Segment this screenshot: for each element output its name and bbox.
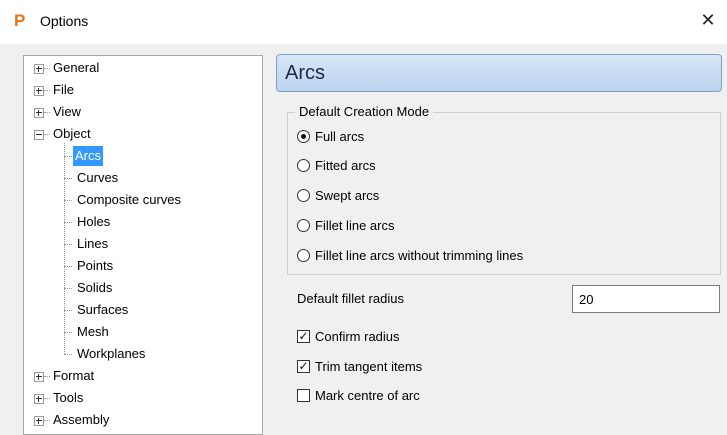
- tree-connector: [64, 332, 72, 333]
- checkbox-label: Mark centre of arc: [315, 388, 420, 403]
- checkbox-checked-icon[interactable]: ✓: [297, 360, 310, 373]
- tree-connector: [44, 376, 50, 377]
- tree-item-label: File: [53, 82, 74, 97]
- tree-connector: [44, 68, 50, 69]
- tree-item-label: Lines: [77, 236, 109, 251]
- tree-item-label: Holes: [77, 214, 111, 229]
- radio-button[interactable]: [297, 130, 310, 143]
- checkbox-unchecked-icon[interactable]: [297, 389, 310, 402]
- expand-plus-icon[interactable]: [34, 416, 44, 426]
- tree-connector: [44, 134, 50, 135]
- tree-item-surfaces[interactable]: Surfaces: [24, 299, 262, 321]
- expand-plus-icon[interactable]: [34, 86, 44, 96]
- radio-label: Fillet line arcs without trimming lines: [315, 248, 524, 263]
- tree-item-holes[interactable]: Holes: [24, 211, 262, 233]
- tree-connector: [44, 90, 50, 91]
- tree-connector: [64, 354, 72, 355]
- page-title: Arcs: [285, 62, 325, 84]
- page-header: Arcs: [276, 54, 722, 92]
- radio-label: Fitted arcs: [315, 158, 376, 173]
- radio-button[interactable]: [297, 159, 310, 172]
- tree-item-label: Mesh: [77, 324, 109, 339]
- close-button[interactable]: ✕: [692, 6, 724, 34]
- tree-item-label: Surfaces: [77, 302, 129, 317]
- tree-connector: [44, 420, 50, 421]
- tree-item-label: Arcs: [73, 146, 103, 166]
- tree-item-view[interactable]: View: [24, 101, 262, 123]
- radio-label: Swept arcs: [315, 188, 380, 203]
- tree-connector: [64, 244, 72, 245]
- collapse-minus-icon[interactable]: [34, 130, 44, 140]
- tree-item-arcs[interactable]: Arcs: [24, 145, 262, 167]
- tree-item-general[interactable]: General: [24, 57, 262, 79]
- tree-item-mesh[interactable]: Mesh: [24, 321, 262, 343]
- tree-item-label: Solids: [77, 280, 113, 295]
- tree-item-label: General: [53, 60, 100, 75]
- radio-label: Full arcs: [315, 129, 365, 144]
- tree-connector: [44, 398, 50, 399]
- checkbox-checked-icon[interactable]: ✓: [297, 330, 310, 343]
- window-title: Options: [40, 13, 89, 29]
- tree-item-label: Points: [77, 258, 114, 273]
- radio-button[interactable]: [297, 189, 310, 202]
- fillet-radius-input[interactable]: [572, 285, 720, 313]
- tree-connector: [64, 200, 72, 201]
- tree-item-label: Format: [53, 368, 95, 383]
- tree-item-format[interactable]: Format: [24, 365, 262, 387]
- checkbox-label: Confirm radius: [315, 329, 400, 344]
- app-logo-icon: P: [14, 11, 26, 30]
- expand-plus-icon[interactable]: [34, 64, 44, 74]
- tree-item-label: Tools: [53, 390, 84, 405]
- expand-plus-icon[interactable]: [34, 394, 44, 404]
- tree-item-lines[interactable]: Lines: [24, 233, 262, 255]
- tree-connector: [64, 178, 72, 179]
- fillet-radius-label: Default fillet radius: [297, 291, 404, 306]
- tree-connector: [64, 266, 72, 267]
- tree-connector: [44, 112, 50, 113]
- title-bar: P Options ✕: [0, 0, 727, 44]
- group-legend: Default Creation Mode: [295, 104, 434, 119]
- tree-item-assembly[interactable]: Assembly: [24, 409, 262, 431]
- radio-label: Fillet line arcs: [315, 218, 395, 233]
- tree-item-tools[interactable]: Tools: [24, 387, 262, 409]
- tree-item-workplanes[interactable]: Workplanes: [24, 343, 262, 365]
- tree-item-label: Object: [53, 126, 91, 141]
- radio-button[interactable]: [297, 219, 310, 232]
- tree-item-file[interactable]: File: [24, 79, 262, 101]
- tree-item-label: View: [53, 104, 81, 119]
- tree-connector: [64, 156, 72, 157]
- tree-item-label: Curves: [77, 170, 119, 185]
- tree-item-label: Composite curves: [77, 192, 182, 207]
- tree-item-label: Assembly: [53, 412, 110, 427]
- radio-button[interactable]: [297, 249, 310, 262]
- tree-connector: [64, 222, 72, 223]
- tree-item-object[interactable]: Object: [24, 123, 262, 145]
- expand-plus-icon[interactable]: [34, 372, 44, 382]
- tree-item-solids[interactable]: Solids: [24, 277, 262, 299]
- tree-connector: [64, 310, 72, 311]
- tree-item-composite-curves[interactable]: Composite curves: [24, 189, 262, 211]
- tree-item-label: Workplanes: [77, 346, 146, 361]
- tree-item-curves[interactable]: Curves: [24, 167, 262, 189]
- expand-plus-icon[interactable]: [34, 108, 44, 118]
- options-tree[interactable]: General File View Object Arcs Curves Com…: [23, 55, 263, 435]
- tree-item-points[interactable]: Points: [24, 255, 262, 277]
- checkbox-label: Trim tangent items: [315, 359, 423, 374]
- tree-connector: [64, 288, 72, 289]
